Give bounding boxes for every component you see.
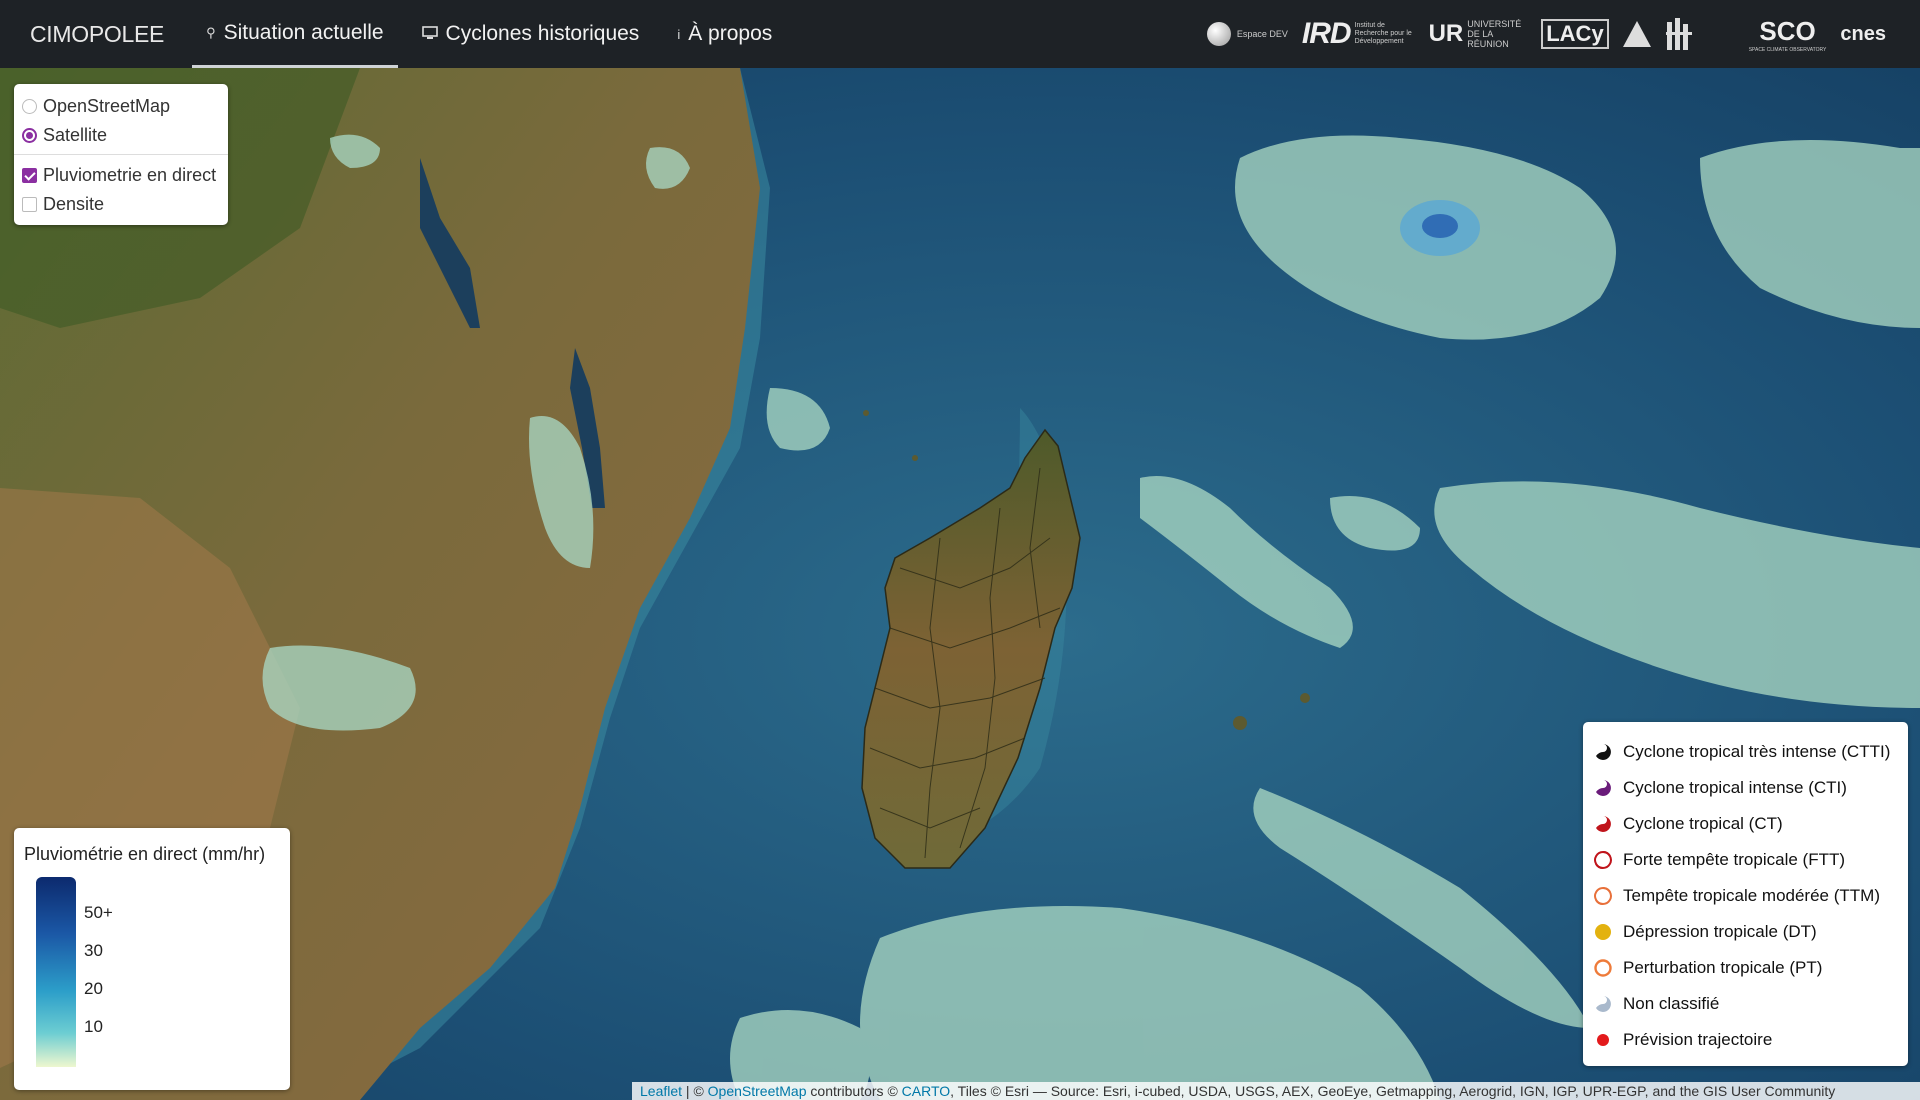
- nav-situation-actuelle[interactable]: ⚲ Situation actuelle: [192, 0, 398, 68]
- radio-openstreetmap[interactable]: [22, 99, 37, 114]
- rainfall-tick: 20: [84, 979, 103, 998]
- triangle-logo-icon: [1622, 21, 1651, 47]
- location-icon: ⚲: [206, 24, 216, 40]
- reunion-island: [1233, 716, 1247, 730]
- openstreetmap-link[interactable]: OpenStreetMap: [708, 1083, 807, 1099]
- sco-logo: SCO SPACE CLIMATE OBSERVATORY: [1748, 15, 1827, 53]
- cyclone-symbol-icon: [1596, 744, 1611, 760]
- brand-logo[interactable]: CIMOPOLEE: [30, 21, 164, 48]
- cyclone-symbol-icon: [1595, 924, 1611, 940]
- cyclone-legend-label: Perturbation tropicale (PT): [1623, 958, 1823, 977]
- layer-label: Satellite: [43, 125, 108, 145]
- ird-logo: IRD Institut de Recherche pour le Dévelo…: [1301, 17, 1412, 50]
- cyclone-legend-label: Forte tempête tropicale (FTT): [1623, 850, 1846, 869]
- cyclone-legend-row: Cyclone tropical (CT): [1593, 806, 1898, 842]
- map-attribution: Leaflet | © OpenStreetMap contributors ©…: [632, 1082, 1920, 1100]
- cyclone-legend-row: Dépression tropicale (DT): [1593, 914, 1898, 950]
- overlay-pluviometrie[interactable]: Pluviometrie en direct: [22, 161, 220, 190]
- rainfall-tick: 30: [84, 941, 103, 960]
- nav-label: À propos: [688, 22, 773, 45]
- checkbox-densite[interactable]: [22, 197, 37, 212]
- nav-a-propos[interactable]: i À propos: [663, 0, 786, 68]
- checkbox-pluviometrie[interactable]: [22, 168, 37, 183]
- layer-label: Pluviometrie en direct: [43, 165, 217, 185]
- base-layer-satellite[interactable]: Satellite: [22, 121, 220, 150]
- cyclone-symbol-icon: [1596, 780, 1611, 796]
- rainfall-color-ramp: [36, 877, 76, 1067]
- carto-link[interactable]: CARTO: [902, 1083, 951, 1099]
- cyclone-symbol-icon: [1596, 816, 1611, 832]
- cyclone-legend-row: Tempête tropicale modérée (TTM): [1593, 878, 1898, 914]
- cyclone-legend-label: Tempête tropicale modérée (TTM): [1623, 886, 1880, 905]
- cyclone-legend-label: Cyclone tropical intense (CTI): [1623, 778, 1847, 797]
- mauritius-island: [1300, 693, 1310, 703]
- cyclone-symbol-icon: [1596, 996, 1611, 1012]
- radio-satellite[interactable]: [22, 128, 37, 143]
- espace-dev-logo: Espace DEV: [1206, 22, 1288, 46]
- rainfall-legend: Pluviométrie en direct (mm/hr) 50+ 30 20…: [14, 828, 290, 1090]
- layers-control: OpenStreetMap Satellite Pluviometrie en …: [14, 84, 228, 225]
- info-icon: i: [677, 26, 681, 42]
- lacy-logo: LACy: [1541, 19, 1609, 49]
- nav-label: Cyclones historiques: [445, 22, 640, 45]
- base-layer-openstreetmap[interactable]: OpenStreetMap: [22, 92, 220, 121]
- layer-label: Densite: [43, 194, 105, 214]
- monitor-icon: [421, 25, 438, 43]
- cyclone-legend-label: Cyclone tropical (CT): [1623, 814, 1783, 833]
- cyclone-legend-label: Cyclone tropical très intense (CTTI): [1623, 742, 1891, 761]
- cyclone-legend-row: Cyclone tropical intense (CTI): [1593, 770, 1898, 806]
- rainfall-legend-title: Pluviométrie en direct (mm/hr): [24, 844, 266, 864]
- cyclone-legend-row: Prévision trajectoire: [1593, 1022, 1898, 1058]
- cnes-logo: cnes: [1840, 22, 1886, 45]
- cyclone-legend-row: Cyclone tropical très intense (CTTI): [1593, 734, 1898, 770]
- universite-reunion-logo: UR UNIVERSITÉ DE LA RÉUNION: [1428, 19, 1522, 49]
- leaflet-link[interactable]: Leaflet: [640, 1083, 682, 1099]
- top-navbar: CIMOPOLEE ⚲ Situation actuelle Cyclones …: [0, 0, 1920, 68]
- nav-label: Situation actuelle: [223, 20, 384, 44]
- mayotte-island: [912, 455, 918, 461]
- partner-logos: Espace DEV IRD Institut de Recherche pou…: [1206, 10, 1886, 58]
- cyclone-symbol-icon: [1594, 887, 1612, 905]
- cyclone-legend-row: Non classifié: [1593, 986, 1898, 1022]
- layers-separator: [14, 154, 228, 155]
- layer-label: OpenStreetMap: [43, 96, 171, 116]
- cyclone-legend-label: Prévision trajectoire: [1623, 1030, 1773, 1049]
- moon-icon: [1206, 22, 1231, 46]
- cyclone-legend-row: Perturbation tropicale (PT): [1593, 950, 1898, 986]
- rainfall-tick: 10: [84, 1017, 103, 1036]
- nav-cyclones-historiques[interactable]: Cyclones historiques: [408, 0, 654, 68]
- cyclone-legend-label: Non classifié: [1623, 994, 1720, 1013]
- cyclone-category-legend: Cyclone tropical très intense (CTTI) Cycl…: [1583, 722, 1908, 1066]
- cyclone-symbol-icon: [1594, 959, 1612, 977]
- building-logo-icon: [1665, 16, 1695, 52]
- cyclone-legend-label: Dépression tropicale (DT): [1623, 922, 1817, 941]
- comoros-island: [863, 410, 869, 416]
- overlay-densite[interactable]: Densite: [22, 190, 220, 219]
- cyclone-symbol-icon: [1594, 851, 1612, 869]
- heavy-rain-core: [1422, 214, 1458, 238]
- rainfall-tick: 50+: [84, 903, 113, 922]
- cyclone-legend-row: Forte tempête tropicale (FTT): [1593, 842, 1898, 878]
- cyclone-symbol-icon: [1597, 1034, 1609, 1046]
- rainfall-scale: 50+ 30 20 10: [24, 877, 280, 1067]
